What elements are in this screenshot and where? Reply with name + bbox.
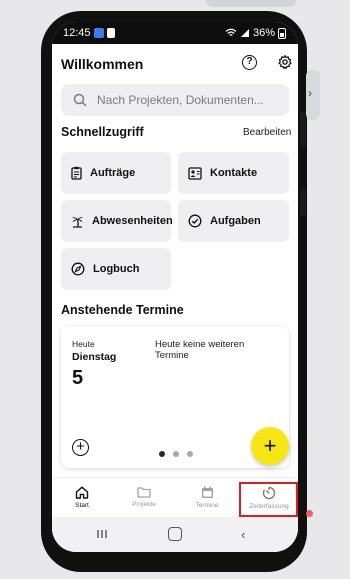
battery-icon (278, 27, 286, 39)
app-screen: 12:45 36% Willkommen ? Nach Projekten, D… (52, 22, 298, 552)
nav-item-termine[interactable]: Termine (179, 486, 235, 509)
contact-card-icon (188, 166, 202, 180)
day-number: 5 (72, 367, 84, 389)
help-circle-icon[interactable]: ? (242, 55, 257, 70)
calendar-icon (201, 486, 213, 498)
search-placeholder: Nach Projekten, Dokumenten... (97, 93, 264, 107)
tile-logbuch[interactable]: Logbuch (61, 248, 171, 290)
weekday-label: Dienstag (72, 351, 117, 363)
folder-icon (137, 487, 151, 498)
check-circle-icon (188, 214, 202, 228)
tile-auftraege[interactable]: Aufträge (61, 152, 171, 194)
nav-label: Projekte (132, 501, 156, 508)
nav-item-start[interactable]: Start (54, 486, 110, 509)
pager-dot[interactable] (187, 451, 193, 457)
status-time: 12:45 (63, 27, 91, 39)
palm-tree-icon (71, 217, 84, 228)
pager-dot-active[interactable] (159, 451, 165, 457)
tile-label: Aufgaben (210, 215, 261, 227)
nav-label: Termine (195, 502, 219, 509)
recording-indicator (306, 510, 313, 517)
page-title: Willkommen (61, 56, 144, 72)
gear-icon[interactable] (277, 54, 293, 70)
tile-label: Logbuch (93, 263, 140, 275)
tile-label: Kontakte (210, 167, 258, 179)
tile-kontakte[interactable]: Kontakte (178, 152, 289, 194)
today-label: Heute (72, 339, 95, 349)
add-fab-button[interactable]: + (251, 427, 289, 465)
pager-dot[interactable] (173, 451, 179, 457)
battery-percent: 36% (252, 27, 275, 39)
system-navigation-bar: ‹ (52, 517, 298, 552)
search-icon (73, 93, 87, 107)
side-panel-tab[interactable]: › (306, 70, 320, 120)
no-appointments-message: Heute keine weiteren Termine (155, 339, 245, 361)
device-top-edge (206, 0, 296, 7)
back-icon[interactable]: ‹ (241, 527, 245, 542)
recent-apps-icon[interactable] (96, 529, 108, 539)
appointments-title: Anstehende Termine (61, 303, 184, 317)
tile-label: Abwesenheiten (92, 215, 173, 227)
home-icon (75, 486, 89, 499)
edit-quick-access-link[interactable]: Bearbeiten (243, 127, 291, 138)
notification-icon (94, 28, 104, 38)
highlight-box (239, 482, 298, 517)
quick-access-title: Schnellzugriff (61, 125, 144, 139)
nav-item-projekte[interactable]: Projekte (116, 486, 172, 508)
volume-button (300, 112, 306, 146)
compass-icon (71, 262, 85, 276)
wifi-icon (225, 28, 237, 36)
tile-label: Aufträge (90, 167, 136, 179)
nav-label: Start (75, 502, 89, 509)
home-button-icon[interactable] (168, 527, 182, 541)
tile-abwesenheiten[interactable]: Abwesenheiten (61, 200, 173, 242)
document-icon (107, 28, 115, 38)
plus-circle-icon[interactable]: + (72, 439, 89, 456)
tile-aufgaben[interactable]: Aufgaben (178, 200, 289, 242)
chevron-right-icon: › (308, 86, 312, 100)
status-bar: 12:45 36% (52, 22, 298, 44)
power-button (300, 190, 306, 216)
search-input[interactable]: Nach Projekten, Dokumenten... (61, 84, 289, 116)
signal-icon (240, 29, 249, 37)
clipboard-icon (71, 166, 82, 180)
